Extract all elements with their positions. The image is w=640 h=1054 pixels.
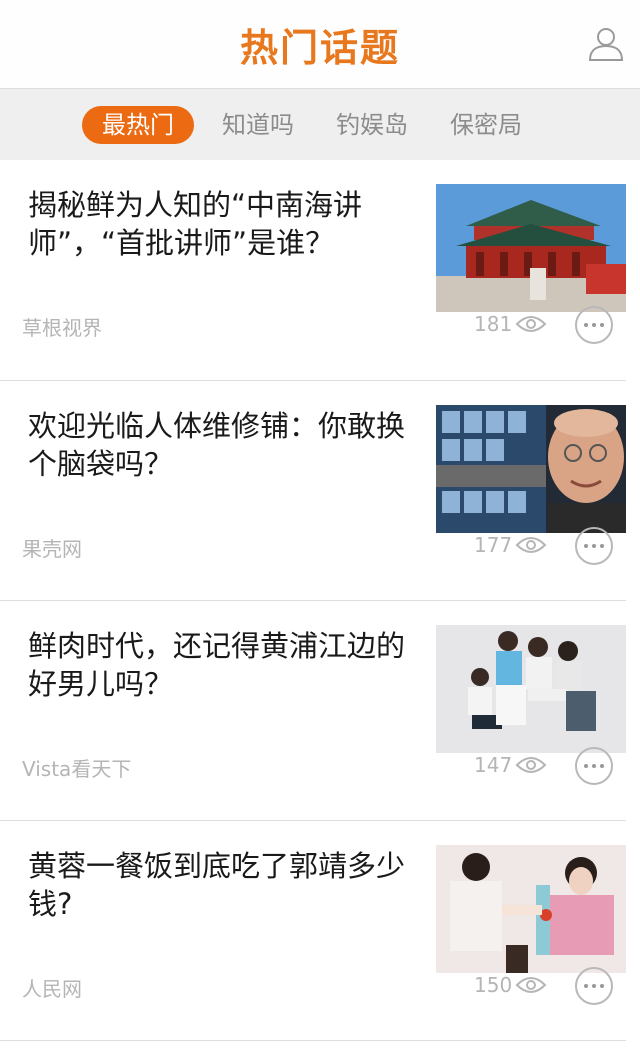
- view-count: 181: [474, 312, 547, 336]
- view-count-number: 177: [474, 533, 513, 557]
- category-tabs: 最热门 知道吗 钓娱岛 保密局: [0, 88, 640, 160]
- more-icon: [584, 323, 604, 327]
- eye-icon: [515, 977, 547, 993]
- item-title[interactable]: 鲜肉时代，还记得黄浦江边的好男儿吗？: [28, 627, 418, 703]
- user-icon[interactable]: [586, 24, 626, 64]
- more-icon: [584, 544, 604, 548]
- list-item[interactable]: 黄蓉一餐饭到底吃了郭靖多少钱? 人民网 150: [0, 821, 626, 1041]
- tab-entertainment-island[interactable]: 钓娱岛: [336, 106, 408, 144]
- more-options-button[interactable]: [575, 967, 613, 1005]
- more-options-button[interactable]: [575, 747, 613, 785]
- more-options-button[interactable]: [575, 527, 613, 565]
- view-count: 150: [474, 973, 547, 997]
- view-count-number: 181: [474, 312, 513, 336]
- view-count-number: 147: [474, 753, 513, 777]
- more-icon: [584, 764, 604, 768]
- eye-icon: [515, 757, 547, 773]
- item-title[interactable]: 黄蓉一餐饭到底吃了郭靖多少钱?: [28, 847, 418, 923]
- view-count: 177: [474, 533, 547, 557]
- item-source: 果壳网: [22, 537, 82, 561]
- tab-secret-bureau[interactable]: 保密局: [450, 106, 522, 144]
- tab-hottest[interactable]: 最热门: [82, 105, 194, 144]
- item-title[interactable]: 揭秘鲜为人知的“中南海讲师”，“首批讲师”是谁？: [28, 186, 418, 262]
- view-count: 147: [474, 753, 547, 777]
- eye-icon: [515, 537, 547, 553]
- list-item[interactable]: 鲜肉时代，还记得黄浦江边的好男儿吗？ Vista看天下 147: [0, 601, 626, 821]
- item-thumbnail[interactable]: [436, 405, 626, 533]
- list-item[interactable]: 欢迎光临人体维修铺：你敢换个脑袋吗？ 果壳网 177: [0, 381, 626, 601]
- tab-did-you-know[interactable]: 知道吗: [222, 106, 294, 144]
- eye-icon: [515, 316, 547, 332]
- more-options-button[interactable]: [575, 306, 613, 344]
- item-thumbnail[interactable]: [436, 625, 626, 753]
- more-icon: [584, 984, 604, 988]
- list-item[interactable]: 揭秘鲜为人知的“中南海讲师”，“首批讲师”是谁？ 草根视界 181: [0, 160, 626, 381]
- item-thumbnail[interactable]: [436, 845, 626, 973]
- item-source: 人民网: [22, 977, 82, 1001]
- page-title: 热门话题: [239, 25, 400, 70]
- item-source: 草根视界: [22, 316, 102, 340]
- topic-feed: 揭秘鲜为人知的“中南海讲师”，“首批讲师”是谁？ 草根视界 181 欢迎光临人体…: [0, 160, 640, 1041]
- item-title[interactable]: 欢迎光临人体维修铺：你敢换个脑袋吗？: [28, 407, 418, 483]
- app-header: 热门话题: [0, 0, 640, 88]
- view-count-number: 150: [474, 973, 513, 997]
- item-thumbnail[interactable]: [436, 184, 626, 312]
- item-source: Vista看天下: [22, 757, 132, 781]
